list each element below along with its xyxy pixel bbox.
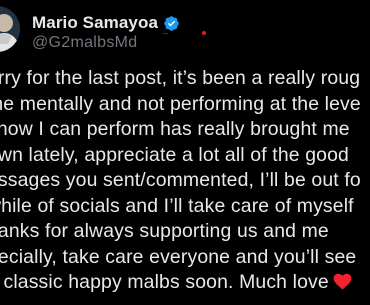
display-name[interactable]: Mario Samayoa — [32, 13, 158, 33]
verified-badge-icon — [164, 15, 179, 31]
tweet-card: Mario Samayoa @G2malbsMd orry for the la… — [0, 0, 370, 305]
red-dot-mark — [202, 31, 206, 35]
tweet-text-line-last: e classic happy malbs soon. Much love — [0, 270, 370, 296]
author-handle[interactable]: @G2malbsMd — [32, 34, 138, 52]
tweet-text-line: know I can perform has really brought me — [0, 118, 350, 140]
tweet-text-line: orry for the last post, it’s been a real… — [0, 67, 361, 89]
tweet-text-line: hanks for always supporting us and me — [0, 220, 329, 242]
red-heart-icon — [333, 273, 352, 290]
tweet-text-line: essages you sent/commented, I’ll be out … — [0, 169, 361, 191]
tweet-text: orry for the last post, it’s been a real… — [0, 66, 370, 296]
tweet-text-line: me mentally and not performing at the le… — [0, 92, 361, 115]
tweet-text-line: pecially, take care everyone and you’ll … — [0, 245, 357, 268]
divider-mark — [162, 33, 168, 34]
tweet-text-line-content: e classic happy malbs soon. Much love — [0, 271, 329, 293]
profile-avatar[interactable] — [0, 6, 20, 52]
avatar-image — [0, 6, 20, 52]
tweet-text-line: while of socials and I’ll take care of m… — [0, 194, 354, 217]
author-handle-row: @G2malbsMd — [32, 34, 138, 52]
tweet-text-line: own lately, appreciate a lot all of the … — [0, 143, 349, 166]
author-name-row: Mario Samayoa — [32, 12, 180, 34]
